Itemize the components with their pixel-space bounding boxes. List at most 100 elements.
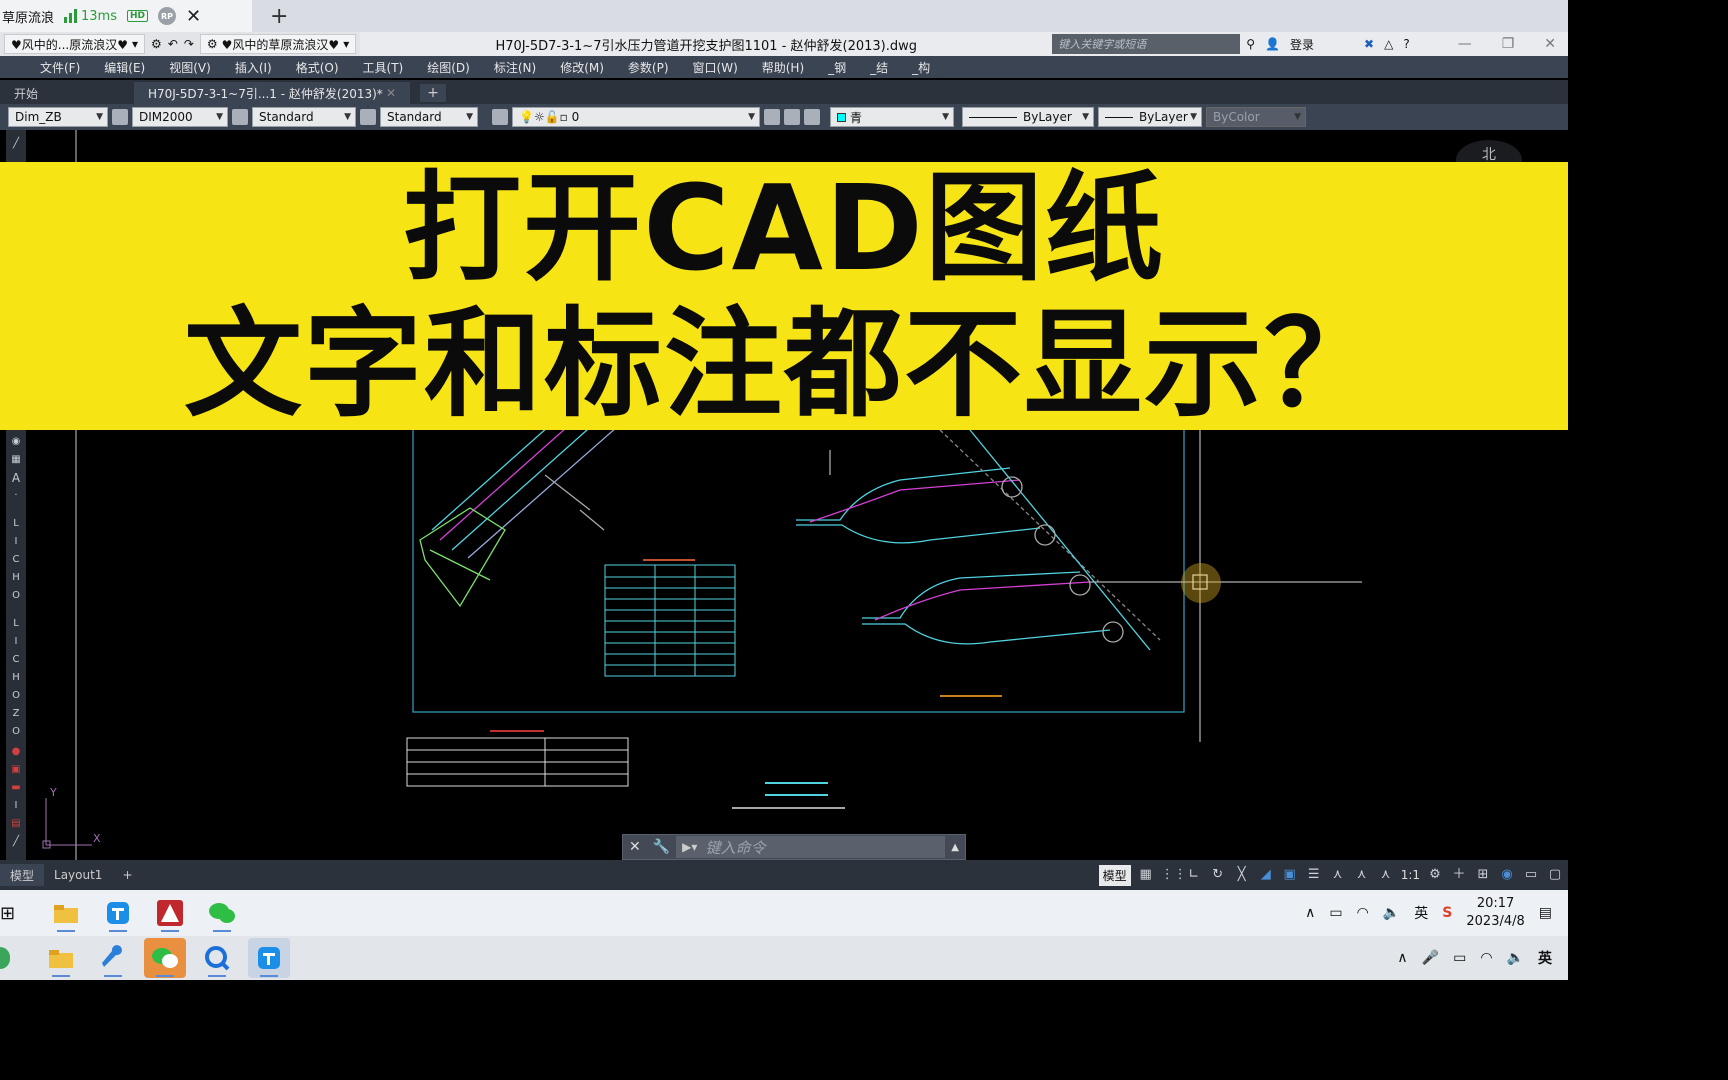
app-blue-icon[interactable] bbox=[97, 893, 139, 933]
autocad-icon[interactable] bbox=[149, 893, 191, 933]
close-icon[interactable]: ✕ bbox=[386, 86, 396, 100]
menu-file[interactable]: 文件(F) bbox=[28, 59, 92, 76]
plus-icon[interactable]: ＋ bbox=[1450, 866, 1468, 884]
dim-break-icon[interactable]: ● bbox=[9, 746, 23, 758]
new-tab-button[interactable]: + bbox=[270, 4, 288, 29]
gear-icon[interactable]: ⚙ bbox=[1426, 866, 1444, 884]
battery-icon[interactable]: ▭ bbox=[1329, 905, 1342, 921]
volume-icon[interactable]: 🔈 bbox=[1383, 905, 1400, 921]
wechat-icon[interactable] bbox=[144, 938, 186, 978]
lineweight-dropdown[interactable]: ByLayer ▼ bbox=[1098, 107, 1202, 127]
dim-angular-icon[interactable]: C bbox=[9, 654, 23, 666]
search-input[interactable]: 键入关键字或短语 bbox=[1052, 34, 1241, 54]
exchange-icon[interactable]: ✖ bbox=[1364, 37, 1374, 51]
clean-screen-icon[interactable]: ▢ bbox=[1546, 866, 1564, 884]
battery-icon[interactable]: ▭ bbox=[1453, 950, 1466, 966]
lineweight-icon[interactable]: ☰ bbox=[1305, 866, 1323, 884]
ortho-icon[interactable]: ∟ bbox=[1185, 866, 1203, 884]
table-tool-icon[interactable]: ▦ bbox=[9, 454, 23, 466]
volume-icon[interactable]: 🔈 bbox=[1507, 950, 1524, 966]
inspect-icon[interactable]: I bbox=[9, 800, 23, 812]
menu-dimension[interactable]: 标注(N) bbox=[482, 59, 548, 76]
menu-modify[interactable]: 修改(M) bbox=[548, 59, 616, 76]
dim-space-icon[interactable]: O bbox=[9, 726, 23, 738]
command-input[interactable]: ▶▾ 键入命令 bbox=[676, 836, 946, 858]
wifi-icon[interactable]: ◠ bbox=[1357, 905, 1369, 921]
add-layout-button[interactable]: + bbox=[112, 864, 142, 886]
tab-layout1[interactable]: Layout1 bbox=[44, 864, 112, 886]
close-window-icon[interactable]: ✕ bbox=[1544, 36, 1556, 52]
dim-baseline-icon[interactable]: O bbox=[9, 690, 23, 702]
tab-drawing[interactable]: H70J-5D7-3-1~7引...1 - 赵仲舒发(2013)* ✕ bbox=[134, 82, 410, 104]
undo-icon[interactable]: ↶ bbox=[168, 37, 178, 51]
linetype-dropdown[interactable]: ByLayer ▼ bbox=[962, 107, 1094, 127]
search-app-icon[interactable] bbox=[196, 938, 238, 978]
workspace-selector[interactable]: ⚙ ♥风中的草原流浪汉♥ ▾ bbox=[199, 34, 357, 54]
edge-partial-icon[interactable] bbox=[0, 947, 10, 969]
notification-icon[interactable]: ▤ bbox=[1539, 905, 1552, 921]
ime-indicator[interactable]: 英 bbox=[1538, 948, 1552, 968]
layer-tool-icon-2[interactable] bbox=[784, 109, 800, 125]
color-dropdown[interactable]: 青 ▼ bbox=[830, 107, 954, 127]
wechat-icon[interactable] bbox=[201, 893, 243, 933]
text-style-icon[interactable] bbox=[232, 109, 248, 125]
menu-tools[interactable]: 工具(T) bbox=[351, 59, 416, 76]
isolate-icon[interactable]: ◉ bbox=[1498, 866, 1516, 884]
app-blue-icon[interactable] bbox=[248, 938, 290, 978]
text-tool-icon[interactable]: A bbox=[9, 472, 23, 484]
plot-style-dropdown[interactable]: ByColor ▼ bbox=[1206, 107, 1306, 127]
chevron-up-icon[interactable]: ▲ bbox=[945, 842, 965, 853]
dim-diameter-icon[interactable]: I bbox=[9, 636, 23, 648]
tab-model[interactable]: 模型 bbox=[0, 864, 45, 886]
microphone-icon[interactable]: 🎤 bbox=[1422, 950, 1439, 966]
dim-layer-dropdown[interactable]: Dim_ZB ▼ bbox=[8, 107, 108, 127]
units-icon[interactable]: ⊞ bbox=[1474, 866, 1492, 884]
menu-steel[interactable]: _钢 bbox=[816, 59, 858, 76]
line-tool-icon[interactable]: ╱ bbox=[9, 138, 23, 150]
menu-format[interactable]: 格式(O) bbox=[284, 59, 351, 76]
isodraft-icon[interactable]: ╳ bbox=[1233, 866, 1251, 884]
sogou-icon[interactable]: S bbox=[1442, 905, 1452, 921]
workspace-selector-left[interactable]: ♥风中的...原流浪汉♥ ▾ bbox=[4, 34, 145, 54]
menu-draw[interactable]: 绘图(D) bbox=[415, 59, 482, 76]
chevron-up-icon[interactable]: ∧ bbox=[1305, 905, 1315, 921]
menu-help[interactable]: 帮助(H) bbox=[750, 59, 816, 76]
dim-style-icon[interactable] bbox=[112, 109, 128, 125]
help-icon[interactable]: ? bbox=[1403, 37, 1409, 51]
a360-icon[interactable]: △ bbox=[1384, 37, 1393, 51]
snap-icon[interactable]: ⋮⋮ bbox=[1161, 866, 1187, 884]
chevron-up-icon[interactable]: ∧ bbox=[1397, 950, 1407, 966]
grid-icon[interactable]: ▦ bbox=[1137, 866, 1155, 884]
restore-icon[interactable]: ❐ bbox=[1502, 36, 1515, 52]
table-style-icon[interactable] bbox=[360, 109, 376, 125]
osnap-icon[interactable]: ▣ bbox=[1281, 866, 1299, 884]
menu-parametric[interactable]: 参数(P) bbox=[616, 59, 681, 76]
object-snap-icon[interactable]: ◢ bbox=[1257, 866, 1275, 884]
annotation-visibility-icon[interactable]: ⋏ bbox=[1329, 866, 1347, 884]
dim-ordinate-icon[interactable]: H bbox=[9, 572, 23, 584]
wifi-icon[interactable]: ◠ bbox=[1480, 950, 1492, 966]
dim-quick-icon[interactable]: H bbox=[9, 672, 23, 684]
dim-radius-icon[interactable]: O bbox=[9, 590, 23, 602]
layer-manager-icon[interactable] bbox=[492, 109, 508, 125]
dim-arc-icon[interactable]: C bbox=[9, 554, 23, 566]
menu-struct[interactable]: _结 bbox=[858, 59, 900, 76]
annotation-scale-icon[interactable]: ⋏ bbox=[1377, 866, 1395, 884]
layer-tool-icon[interactable] bbox=[764, 109, 780, 125]
gear-icon[interactable]: ⚙ bbox=[151, 37, 162, 51]
redo-icon[interactable]: ↷ bbox=[184, 37, 194, 51]
model-space-button[interactable]: 模型 bbox=[1098, 864, 1131, 886]
menu-view[interactable]: 视图(V) bbox=[157, 59, 223, 76]
new-drawing-tab-button[interactable]: + bbox=[420, 84, 446, 102]
wrench-icon[interactable]: 🔧 bbox=[647, 839, 676, 855]
text-style-dropdown[interactable]: Standard ▼ bbox=[252, 107, 356, 127]
login-link[interactable]: 登录 bbox=[1290, 36, 1314, 53]
polar-icon[interactable]: ↻ bbox=[1209, 866, 1227, 884]
minimize-icon[interactable]: — bbox=[1458, 36, 1472, 52]
tab-start[interactable]: 开始 bbox=[0, 82, 134, 104]
menu-window[interactable]: 窗口(W) bbox=[681, 59, 750, 76]
center-mark-icon[interactable]: ▬ bbox=[9, 782, 23, 794]
menu-frame[interactable]: _构 bbox=[900, 59, 942, 76]
dim-linear-icon[interactable]: L bbox=[9, 518, 23, 530]
table-style-dropdown[interactable]: Standard ▼ bbox=[380, 107, 478, 127]
